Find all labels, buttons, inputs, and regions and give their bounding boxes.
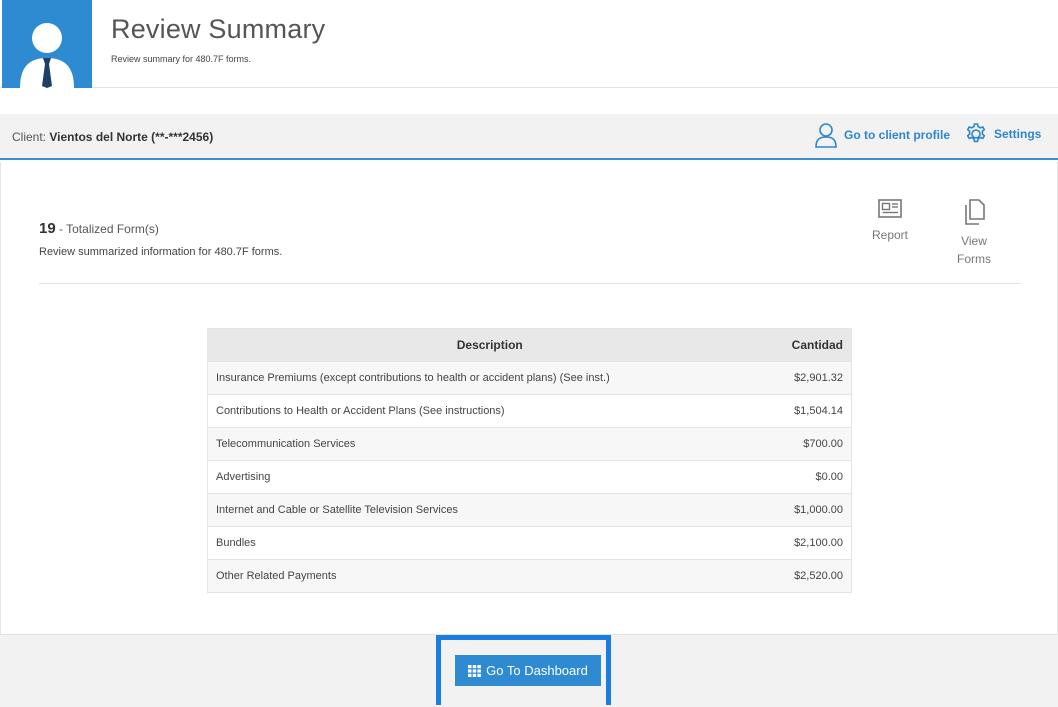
client-name: Vientos del Norte (**-***2456) [49,130,214,144]
table-row: Bundles $2,100.00 [207,526,852,560]
page-subtitle: Review summary for 480.7F forms. [111,54,252,64]
table-row: Telecommunication Services $700.00 [207,427,852,461]
column-header-description: Description [207,328,742,362]
go-to-client-profile-link[interactable]: Go to client profile [814,122,950,148]
row-amount: $2,901.32 [741,361,852,395]
row-amount: $2,100.00 [741,526,852,560]
client-label: Client: Vientos del Norte (**-***2456) [12,130,213,144]
row-description: Insurance Premiums (except contributions… [207,361,742,395]
profile-link-label: Go to client profile [844,128,951,142]
client-bar: Client: Vientos del Norte (**-***2456) G… [0,114,1058,160]
user-outline-icon [815,123,837,148]
row-amount: $2,520.00 [741,559,852,593]
table-header-row: Description Cantidad [207,328,852,362]
table-row: Advertising $0.00 [207,460,852,494]
go-to-dashboard-button[interactable]: Go To Dashboard [455,655,601,686]
row-description: Contributions to Health or Accident Plan… [207,394,742,428]
page-header: Review Summary Review summary for 480.7F… [0,0,1058,88]
row-description: Other Related Payments [207,559,742,593]
summary-table: Description Cantidad Insurance Premiums … [207,328,852,593]
forms-count: 19 - Totalized Form(s) [39,220,159,237]
view-forms-button[interactable]: View Forms [944,198,1004,268]
summary-description: Review summarized information for 480.7F… [39,246,283,258]
row-description: Advertising [207,460,742,494]
table-row: Other Related Payments $2,520.00 [207,559,852,593]
newspaper-icon [878,199,902,218]
forms-count-number: 19 [39,220,56,237]
settings-link-label: Settings [994,127,1042,141]
row-description: Bundles [207,526,742,560]
row-amount: $0.00 [741,460,852,494]
grid-icon [468,664,482,677]
row-description: Telecommunication Services [207,427,742,461]
settings-link[interactable]: Settings [964,122,1041,146]
page-title: Review Summary [111,14,326,44]
copy-icon [965,199,985,225]
dashboard-button-label: Go To Dashboard [486,663,588,678]
main-content: 19 - Totalized Form(s) Review summarized… [0,162,1058,634]
row-amount: $1,504.14 [741,394,852,428]
client-label-prefix: Client: [12,130,50,144]
row-amount: $1,000.00 [741,493,852,527]
forms-count-label: - Totalized Form(s) [55,222,159,236]
row-description: Internet and Cable or Satellite Televisi… [207,493,742,527]
user-avatar-icon [20,23,74,88]
gear-icon [966,123,986,143]
table-row: Internet and Cable or Satellite Televisi… [207,493,852,527]
report-label: Report [871,228,909,242]
avatar [2,0,92,88]
row-amount: $700.00 [741,427,852,461]
report-button[interactable]: Report [860,198,920,244]
section-divider [39,283,1021,284]
table-row: Insurance Premiums (except contributions… [207,361,852,395]
column-header-cantidad: Cantidad [741,328,852,362]
view-forms-label: View Forms [957,234,991,266]
page-footer: Go To Dashboard [0,634,1058,707]
table-row: Contributions to Health or Accident Plan… [207,394,852,428]
